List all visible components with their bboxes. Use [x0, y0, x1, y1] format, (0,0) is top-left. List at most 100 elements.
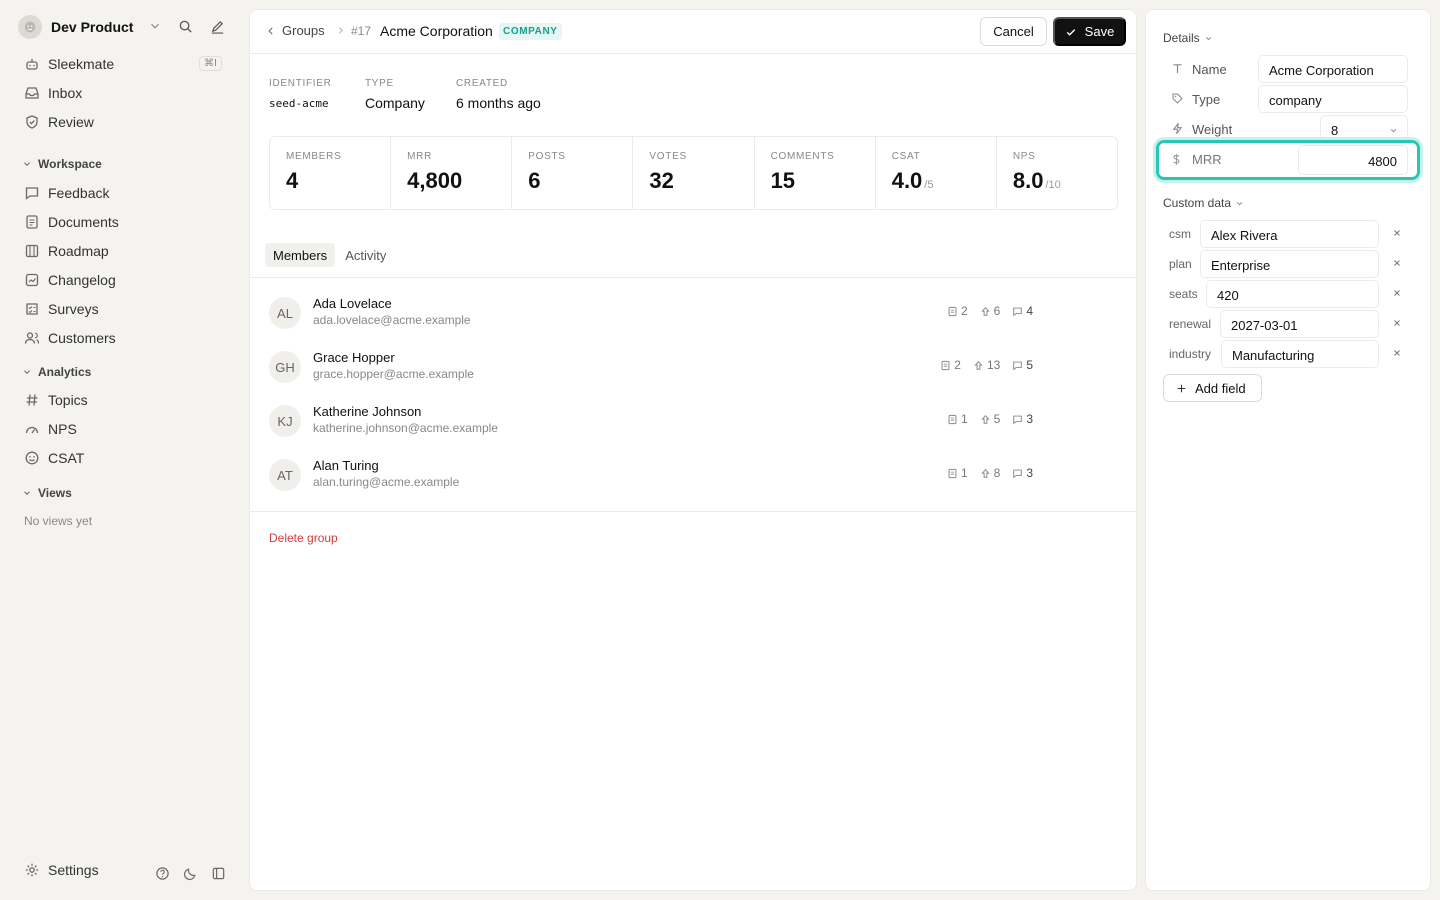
upvote-icon	[980, 468, 990, 478]
settings-link[interactable]: Settings	[18, 862, 99, 878]
custom-data-heading[interactable]: Custom data	[1163, 196, 1244, 210]
member-name: Katherine Johnson	[313, 404, 422, 419]
name-input[interactable]: Acme Corporation	[1258, 55, 1408, 83]
tab-activity[interactable]: Activity	[337, 243, 394, 267]
sidebar-item-label: Sleekmate	[48, 56, 115, 72]
save-button[interactable]: Save	[1053, 17, 1126, 46]
chevron-down-icon	[24, 491, 30, 495]
stat-value: 6	[528, 168, 541, 193]
member-row[interactable]: GH Grace Hopper grace.hopper@acme.exampl…	[269, 346, 1119, 390]
custom-field-value-input[interactable]: Enterprise	[1200, 250, 1379, 278]
search-icon[interactable]	[178, 19, 193, 34]
custom-field-value-input[interactable]: Alex Rivera	[1200, 220, 1379, 248]
sidebar-item-topics[interactable]: Topics	[18, 387, 230, 413]
breadcrumb-groups: Groups	[282, 23, 325, 38]
prop-mrr: MRR 4800	[1156, 140, 1420, 180]
stat-comments: COMMENTS 15	[755, 137, 876, 209]
custom-field-seats: seats 420	[1163, 280, 1415, 308]
stat-nps: NPS 8.0/10	[997, 137, 1117, 209]
type-input[interactable]: company	[1258, 85, 1408, 113]
section-views[interactable]: Views	[22, 486, 72, 500]
details-heading-label: Details	[1163, 31, 1200, 45]
section-label: Workspace	[38, 157, 102, 171]
custom-field-value-input[interactable]: 2027-03-01	[1220, 310, 1379, 338]
stat-label: POSTS	[528, 151, 566, 162]
group-type-badge: COMPANY	[499, 23, 562, 40]
sidebar-item-label: Customers	[48, 330, 116, 346]
sidebar-item-nps[interactable]: NPS	[18, 416, 230, 442]
compose-icon[interactable]	[210, 19, 225, 34]
sidebar-item-documents[interactable]: Documents	[18, 209, 230, 235]
add-field-button[interactable]: Add field	[1163, 374, 1262, 402]
sidebar-item-customers[interactable]: Customers	[18, 325, 230, 351]
remove-field-icon[interactable]	[1392, 258, 1402, 268]
stat-members: MEMBERS 4	[270, 137, 392, 209]
stat-value: 4,800	[407, 168, 463, 193]
tab-members[interactable]: Members	[265, 243, 336, 267]
details-heading[interactable]: Details	[1163, 31, 1213, 45]
custom-field-industry: industry Manufacturing	[1163, 340, 1415, 368]
member-row[interactable]: KJ Katherine Johnson katherine.johnson@a…	[269, 400, 1119, 444]
chevron-down-icon	[24, 162, 30, 166]
text-icon	[1171, 62, 1184, 75]
avatar: AT	[269, 459, 301, 491]
posts-count: 1	[947, 412, 968, 426]
weight-select[interactable]: 8	[1320, 115, 1408, 143]
comment-icon	[1013, 415, 1023, 424]
mrr-input[interactable]: 4800	[1298, 145, 1408, 175]
workspace-switcher[interactable]: Dev Product	[18, 15, 230, 39]
custom-field-value-input[interactable]: 420	[1206, 280, 1379, 308]
posts-count: 2	[940, 358, 961, 372]
sidebar-item-changelog[interactable]: Changelog	[18, 267, 230, 293]
message-square-icon	[24, 185, 40, 201]
weight-value: 8	[1331, 123, 1339, 138]
save-label: Save	[1084, 24, 1115, 39]
member-row[interactable]: AT Alan Turing alan.turing@acme.example …	[269, 454, 1119, 498]
sidebar-item-csat[interactable]: CSAT	[18, 445, 230, 471]
sidebar-item-sleekmate[interactable]: Sleekmate ⌘I	[18, 51, 230, 77]
bot-icon	[24, 56, 40, 72]
meta-identifier: IDENTIFIER seed-acme	[269, 78, 332, 110]
member-name: Alan Turing	[313, 458, 379, 473]
plus-icon	[1177, 384, 1186, 392]
moon-icon[interactable]	[183, 866, 198, 881]
delete-group-button[interactable]: Delete group	[269, 531, 338, 545]
remove-field-icon[interactable]	[1392, 288, 1402, 298]
remove-field-icon[interactable]	[1392, 318, 1402, 328]
tag-icon	[1171, 92, 1184, 105]
chevron-down-icon	[1236, 201, 1243, 205]
sidebar-toggle-icon[interactable]	[211, 866, 226, 881]
sidebar-item-label: Surveys	[48, 301, 99, 317]
sidebar-item-review[interactable]: Review	[18, 109, 230, 135]
sidebar-item-roadmap[interactable]: Roadmap	[18, 238, 230, 264]
meta-created: CREATED 6 months ago	[456, 78, 541, 111]
cancel-button[interactable]: Cancel	[980, 17, 1047, 46]
comment-icon	[1013, 469, 1023, 478]
custom-data-heading-label: Custom data	[1163, 196, 1232, 210]
chevron-down-icon[interactable]	[148, 19, 162, 33]
lightning-icon	[1171, 122, 1184, 135]
avatar: KJ	[269, 405, 301, 437]
section-analytics[interactable]: Analytics	[22, 365, 91, 379]
remove-field-icon[interactable]	[1392, 228, 1402, 238]
section-workspace[interactable]: Workspace	[22, 157, 102, 171]
member-email: alan.turing@acme.example	[313, 475, 460, 489]
custom-field-plan: plan Enterprise	[1163, 250, 1415, 278]
settings-label: Settings	[48, 862, 99, 878]
stat-value: 32	[649, 168, 674, 193]
help-icon[interactable]	[155, 866, 170, 881]
remove-field-icon[interactable]	[1392, 348, 1402, 358]
custom-field-value-input[interactable]: Manufacturing	[1221, 340, 1379, 368]
sidebar-item-label: CSAT	[48, 450, 85, 466]
stat-label: VOTES	[649, 151, 687, 162]
sidebar-item-feedback[interactable]: Feedback	[18, 180, 230, 206]
member-row[interactable]: AL Ada Lovelace ada.lovelace@acme.exampl…	[269, 292, 1119, 336]
sidebar-item-label: Documents	[48, 214, 119, 230]
survey-icon	[24, 301, 40, 317]
sidebar-item-surveys[interactable]: Surveys	[18, 296, 230, 322]
prop-type: Type company	[1163, 85, 1415, 113]
back-to-groups-link[interactable]: Groups	[266, 23, 325, 38]
document-icon	[948, 306, 957, 316]
custom-field-renewal: renewal 2027-03-01	[1163, 310, 1415, 338]
sidebar-item-inbox[interactable]: Inbox	[18, 80, 230, 106]
